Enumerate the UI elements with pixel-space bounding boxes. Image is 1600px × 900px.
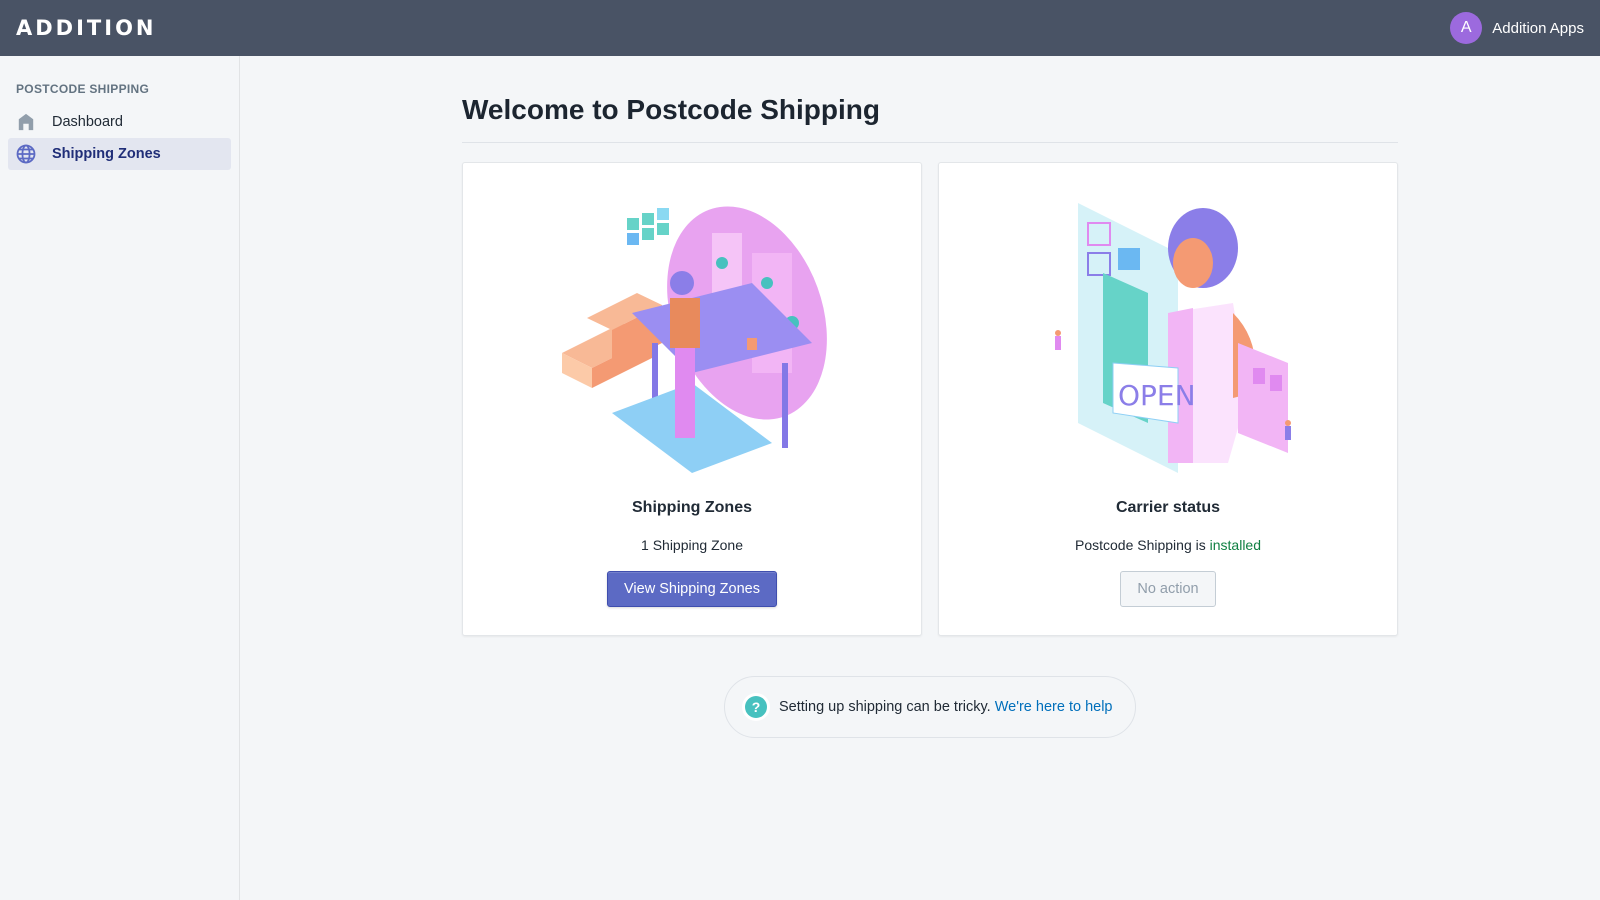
sidebar-item-dashboard[interactable]: Dashboard [8, 106, 231, 138]
sidebar-item-label: Shipping Zones [52, 146, 161, 162]
addition-logo[interactable]: ADDITION [16, 16, 157, 40]
user-menu[interactable]: A Addition Apps [1450, 12, 1584, 44]
carrier-status-card: OPEN Carrier status Postcode Shipping is… [938, 162, 1398, 636]
help-text: Setting up shipping can be tricky. [779, 699, 991, 715]
cards: Shipping Zones 1 Shipping Zone View Ship… [462, 162, 1398, 636]
card-title: Shipping Zones [632, 499, 752, 516]
help-banner: ? Setting up shipping can be tricky. We'… [724, 676, 1136, 738]
shipping-zone-count: 1 Shipping Zone [641, 537, 743, 553]
sidebar: POSTCODE SHIPPING Dashboard Shipping Zon… [0, 56, 240, 900]
sidebar-item-label: Dashboard [52, 114, 123, 130]
globe-icon [16, 144, 36, 164]
view-shipping-zones-button[interactable]: View Shipping Zones [607, 571, 777, 607]
user-name[interactable]: Addition Apps [1492, 20, 1584, 37]
question-icon: ? [745, 696, 767, 718]
card-title: Carrier status [1115, 499, 1221, 516]
shipping-zones-card: Shipping Zones 1 Shipping Zone View Ship… [462, 162, 922, 636]
person-at-standing-desk-illustration [562, 206, 827, 473]
help-link[interactable]: We're here to help [995, 699, 1113, 715]
status-badge: installed [1209, 537, 1262, 553]
svg-text:OPEN: OPEN [1118, 379, 1196, 412]
main-content: Welcome to Postcode Shipping Shipping Zo… [462, 56, 1398, 738]
shop-owner-open-sign-illustration: OPEN [1055, 203, 1291, 473]
sidebar-heading: POSTCODE SHIPPING [16, 82, 150, 96]
no-action-button[interactable]: No action [1120, 571, 1216, 607]
top-bar: ADDITION A Addition Apps [0, 0, 1600, 56]
page-title: Welcome to Postcode Shipping [462, 94, 1398, 143]
carrier-status-prefix: Postcode Shipping is [1074, 537, 1206, 553]
carrier-status-text: Postcode Shipping is installed [1075, 537, 1261, 553]
sidebar-item-shipping-zones[interactable]: Shipping Zones [8, 138, 231, 170]
avatar[interactable]: A [1450, 12, 1483, 44]
home-icon [16, 112, 36, 132]
